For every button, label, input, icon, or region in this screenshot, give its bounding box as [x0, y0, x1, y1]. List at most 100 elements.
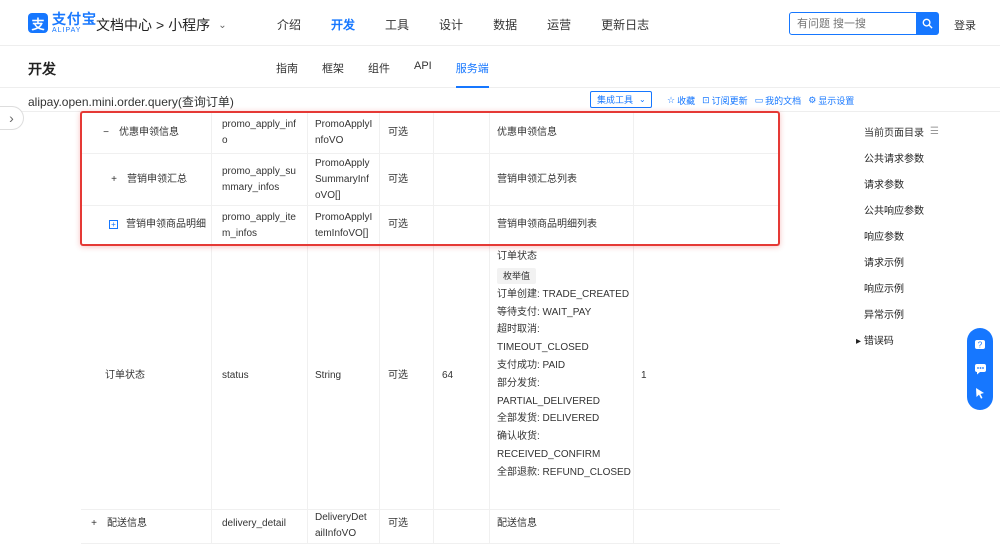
api-actions: ☆ 收藏 ⊡ 订阅更新 ▭ 我的文档 ⚙ 显示设置	[667, 94, 854, 107]
docs-center-link[interactable]: 文档中心	[96, 15, 152, 35]
param-desc-cell: 订单状态 枚举值 订单创建: TRADE_CREATED 等待支付: WAIT_…	[497, 251, 631, 478]
expand-icon[interactable]: +	[89, 516, 99, 532]
sub-navbar: 开发 指南 框架 组件 API 服务端	[0, 46, 1000, 88]
tab-api[interactable]: API	[414, 60, 432, 88]
section-title: 开发	[28, 61, 56, 77]
table-row: + 营销申领汇总 promo_apply_su mmary_infos PromoA…	[81, 154, 780, 206]
param-required-cell: 可选	[388, 219, 408, 230]
subscribe-button[interactable]: ⊡ 订阅更新	[702, 94, 748, 107]
search-button[interactable]	[916, 13, 938, 34]
cursor-icon[interactable]	[973, 386, 987, 400]
param-type-cell: PromoApply SummaryInf oVO[]	[315, 158, 370, 201]
tab-server[interactable]: 服务端	[455, 60, 489, 88]
tab-guide[interactable]: 指南	[276, 60, 298, 88]
display-settings-button[interactable]: ⚙ 显示设置	[808, 94, 854, 107]
params-table: − 优惠申领信息 promo_apply_inf o PromoApplyI nfoV…	[81, 112, 780, 555]
nav-item-changelog[interactable]: 更新日志	[601, 16, 649, 33]
nav-item-intro[interactable]: 介绍	[277, 16, 301, 33]
subscribe-icon: ⊡	[702, 95, 710, 105]
table-row: − 优惠申领信息 promo_apply_inf o PromoApplyI nfoV…	[81, 112, 780, 154]
param-type-cell: String	[315, 370, 342, 381]
toc-item-error-example[interactable]: 异常示例	[864, 303, 939, 329]
main-nav: 介绍 开发 工具 设计 数据 运营 更新日志	[277, 16, 679, 33]
expand-box-icon[interactable]: +	[109, 220, 118, 229]
param-desc-cell: 营销申领汇总列表	[497, 174, 577, 185]
nav-item-operation[interactable]: 运营	[547, 16, 571, 33]
table-row: + 营销申领商品明细 promo_apply_ite m_infos PromoAp…	[81, 206, 780, 246]
toc-item-response-example[interactable]: 响应示例	[864, 277, 939, 303]
param-field-cell: promo_apply_ite m_infos	[222, 212, 296, 239]
list-icon[interactable]: ☰	[930, 126, 939, 137]
nav-item-data[interactable]: 数据	[493, 16, 517, 33]
folder-icon: ▭	[754, 95, 764, 105]
param-desc-cell: 优惠申领信息	[497, 127, 557, 138]
favorite-button[interactable]: ☆ 收藏	[667, 94, 695, 107]
param-name-cell: 订单状态	[105, 370, 145, 381]
param-name-cell: + 营销申领商品明细	[109, 217, 206, 233]
api-title: alipay.open.mini.order.query(查询订单)	[28, 95, 234, 109]
param-name-cell: + 营销申领汇总	[109, 172, 187, 188]
help-icon[interactable]: ?	[973, 338, 987, 352]
alipay-logo[interactable]: 支 支付宝 ALIPAY	[28, 12, 97, 34]
logo-text-cn: 支付宝	[52, 11, 97, 27]
search-box	[789, 12, 939, 35]
nav-item-tools[interactable]: 工具	[385, 16, 409, 33]
top-navbar: 支 支付宝 ALIPAY 文档中心 > 小程序 ⌄ 介绍 开发 工具 设计 数据…	[0, 0, 1000, 46]
param-type-cell: DeliveryDet ailInfoVO	[315, 512, 367, 539]
toc-item-request-params[interactable]: 请求参数	[864, 173, 939, 199]
chevron-right-icon: ›	[9, 110, 14, 126]
toc-item-common-request[interactable]: 公共请求参数	[864, 147, 939, 173]
star-icon: ☆	[667, 95, 676, 105]
enum-tag: 枚举值	[497, 267, 537, 284]
gear-icon: ⚙	[808, 95, 817, 105]
param-field-cell: delivery_detail	[222, 518, 286, 529]
my-docs-button[interactable]: ▭ 我的文档	[755, 94, 802, 107]
toc-item-request-example[interactable]: 请求示例	[864, 251, 939, 277]
param-required-cell: 可选	[388, 370, 408, 381]
param-field-cell: promo_apply_su mmary_infos	[222, 166, 296, 193]
toc-title: 当前页面目录 ☰	[864, 126, 939, 139]
chat-icon[interactable]	[973, 362, 987, 376]
search-icon	[922, 18, 933, 29]
param-field-cell: status	[222, 370, 249, 381]
tools-dropdown[interactable]: 集成工具 ⌄	[590, 91, 652, 108]
nav-item-design[interactable]: 设计	[439, 16, 463, 33]
param-type-cell: PromoApplyI nfoVO	[315, 119, 373, 146]
tools-dropdown-label: 集成工具	[597, 95, 634, 105]
table-row: 订单状态 status String 可选 64 订单状态 枚举值 订单创建: …	[81, 246, 780, 510]
logo-text-en: ALIPAY	[52, 27, 82, 34]
breadcrumb: 文档中心 > 小程序 ⌄	[96, 15, 227, 35]
search-input[interactable]	[790, 13, 916, 34]
chevron-down-icon: ⌄	[639, 95, 646, 104]
breadcrumb-separator: >	[156, 17, 165, 33]
toc-item-common-response[interactable]: 公共响应参数	[864, 199, 939, 225]
toc-item-error-codes[interactable]: ▸ 错误码	[856, 329, 939, 355]
caret-right-icon: ▸	[856, 336, 864, 347]
param-required-cell: 可选	[388, 174, 408, 185]
param-name-cell: − 优惠申领信息	[101, 125, 179, 141]
page-toc: 当前页面目录 ☰ 公共请求参数 请求参数 公共响应参数 响应参数 请求示例 响应示…	[856, 124, 939, 355]
param-required-cell: 可选	[388, 518, 408, 529]
param-example-cell: 1	[641, 370, 647, 381]
param-type-cell: PromoApplyI temInfoVO[]	[315, 212, 373, 239]
param-required-cell: 可选	[388, 127, 408, 138]
product-switcher[interactable]: 小程序	[168, 15, 210, 35]
sub-nav: 指南 框架 组件 API 服务端	[276, 60, 513, 88]
tab-components[interactable]: 组件	[368, 60, 390, 88]
param-name-cell: + 配送信息	[89, 516, 147, 532]
expand-icon[interactable]: +	[109, 172, 119, 188]
collapse-icon[interactable]: −	[101, 125, 111, 141]
tab-framework[interactable]: 框架	[322, 60, 344, 88]
nav-item-develop[interactable]: 开发	[331, 16, 355, 33]
param-field-cell: promo_apply_inf o	[222, 119, 296, 146]
table-row: + 配送信息 delivery_detail DeliveryDet ailInfo…	[81, 510, 780, 544]
floating-toolbar: ?	[967, 328, 993, 410]
param-desc-cell: 配送信息	[497, 518, 537, 529]
param-maxlen-cell: 64	[442, 370, 454, 381]
chevron-down-icon[interactable]: ⌄	[218, 20, 226, 31]
login-link[interactable]: 登录	[954, 17, 976, 33]
sidebar-toggle-button[interactable]: ›	[0, 106, 24, 130]
toc-item-response-params[interactable]: 响应参数	[864, 225, 939, 251]
alipay-logo-icon: 支	[28, 13, 48, 33]
api-bar: alipay.open.mini.order.query(查询订单) 集成工具 …	[0, 88, 1000, 112]
